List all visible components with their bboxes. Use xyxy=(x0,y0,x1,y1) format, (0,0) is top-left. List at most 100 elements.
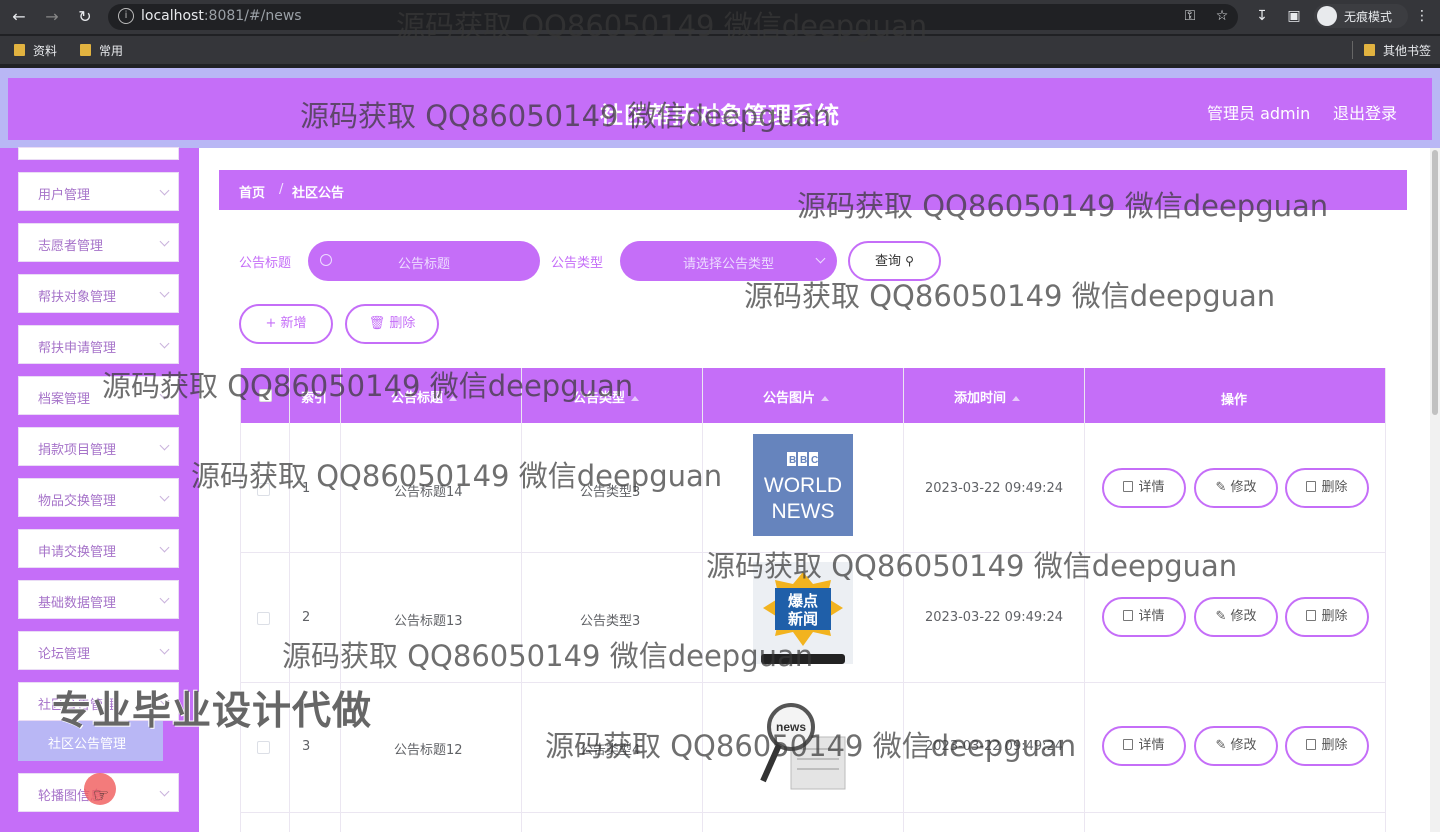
breadcrumb-current: 社区公告 xyxy=(292,186,345,201)
detail-button[interactable]: 详情 xyxy=(1102,468,1186,508)
edit-button[interactable]: ✎ 修改 xyxy=(1194,597,1278,637)
chevron-down-icon xyxy=(159,389,170,400)
logout-link[interactable]: 退出登录 xyxy=(1333,100,1397,124)
type-select[interactable]: 请选择公告类型 xyxy=(620,241,837,281)
sort-icon[interactable] xyxy=(449,396,458,401)
trash-icon xyxy=(1306,739,1317,750)
chevron-down-icon xyxy=(159,440,170,451)
chevron-down-icon xyxy=(159,236,170,247)
breadcrumb-home[interactable]: 首页 xyxy=(239,182,265,201)
folder-icon xyxy=(80,44,91,56)
browser-chrome: ← → ↻ i localhost:8081/#/news ⚿ ☆ ↧ ▣ 无痕… xyxy=(0,0,1440,68)
title-search-input[interactable]: 公告标题 xyxy=(308,241,540,281)
site-info-icon[interactable]: i xyxy=(118,8,134,24)
row-index: 2 xyxy=(302,610,311,625)
sidebar-item-exchange-requests[interactable]: 申请交换管理 xyxy=(18,529,179,568)
edit-button[interactable]: ✎ 修改 xyxy=(1194,468,1278,508)
menu-kebab-icon[interactable]: ⋮ xyxy=(1412,6,1432,26)
news-thumbnail: news xyxy=(753,693,853,795)
other-bookmarks[interactable]: 其他书签 xyxy=(1364,42,1431,59)
query-button[interactable]: 查询 ⚲ xyxy=(848,241,941,281)
news-thumbnail: B B C WORLD NEWS xyxy=(753,434,853,536)
sidebar-item-donations[interactable]: 捐款项目管理 xyxy=(18,427,179,466)
row-type: 公告类型4 xyxy=(580,743,641,758)
breadcrumb: 首页 / 社区公告 xyxy=(219,170,1407,210)
document-icon xyxy=(1123,481,1134,492)
chevron-down-icon xyxy=(159,287,170,298)
table-row[interactable]: 1 公告标题14 公告类型3 B B C WORLD NEWS 2023-03-… xyxy=(240,423,1386,553)
sidebar-item-notices[interactable]: 社区公告管理 xyxy=(18,682,179,721)
type-filter-label: 公告类型 xyxy=(551,256,604,271)
sidebar-item-exchange[interactable]: 物品交换管理 xyxy=(18,478,179,517)
sidebar-item-volunteers[interactable]: 志愿者管理 xyxy=(18,223,179,262)
col-title[interactable]: 公告标题 xyxy=(391,387,458,406)
forward-icon[interactable]: → xyxy=(41,6,63,28)
sidebar-item-base-data[interactable]: 基础数据管理 xyxy=(18,580,179,619)
folder-icon xyxy=(1364,44,1375,56)
folder-icon xyxy=(14,44,25,56)
pencil-icon: ✎ xyxy=(1215,738,1227,753)
table-row[interactable]: 2 公告标题13 公告类型3 爆点 新闻 2023-03-22 09:49:24… xyxy=(240,553,1386,683)
trash-icon xyxy=(1306,481,1317,492)
bookmarks-bar: 资料 常用 其他书签 xyxy=(0,36,1440,64)
address-bar[interactable]: i localhost:8081/#/news xyxy=(108,4,1238,30)
col-image[interactable]: 公告图片 xyxy=(763,387,830,406)
sort-icon[interactable] xyxy=(631,396,640,401)
chevron-down-icon xyxy=(159,491,170,502)
svg-text:NEWS: NEWS xyxy=(772,500,835,523)
col-actions: 操作 xyxy=(1221,393,1248,408)
edit-button[interactable]: ✎ 修改 xyxy=(1194,726,1278,766)
chevron-down-icon xyxy=(159,185,170,196)
download-icon[interactable]: ↧ xyxy=(1252,6,1272,26)
row-checkbox[interactable] xyxy=(257,741,270,754)
app-title: 社区帮扶对象管理系统 xyxy=(600,103,840,129)
row-type: 公告类型3 xyxy=(580,614,641,629)
select-all-checkbox[interactable] xyxy=(259,389,272,402)
sidebar-item-archives[interactable]: 档案管理 xyxy=(18,376,179,415)
delete-button[interactable]: 删除 xyxy=(1285,597,1369,637)
sidebar-item-top-partial[interactable] xyxy=(18,147,179,160)
detail-button[interactable]: 详情 xyxy=(1102,597,1186,637)
row-index: 3 xyxy=(302,739,311,754)
batch-delete-button[interactable]: 🗑 删除 xyxy=(345,304,439,344)
bookmark-folder-1[interactable]: 资料 xyxy=(14,42,57,59)
bookmark-folder-2[interactable]: 常用 xyxy=(80,42,123,59)
sort-icon[interactable] xyxy=(821,396,830,401)
star-icon[interactable]: ☆ xyxy=(1212,6,1232,26)
sidebar-item-applications[interactable]: 帮扶申请管理 xyxy=(18,325,179,364)
plus-icon: + xyxy=(265,316,277,331)
col-time[interactable]: 添加时间 xyxy=(954,387,1021,406)
trash-icon: 🗑 xyxy=(368,316,386,331)
add-button[interactable]: + 新增 xyxy=(239,304,333,344)
table-row[interactable]: 3 公告标题12 公告类型4 news 2023-03-22 09:49:24 … xyxy=(240,683,1386,813)
svg-text:B: B xyxy=(800,455,807,466)
title-filter-label: 公告标题 xyxy=(239,256,292,271)
back-icon[interactable]: ← xyxy=(8,6,30,28)
sidebar-item-beneficiaries[interactable]: 帮扶对象管理 xyxy=(18,274,179,313)
pencil-icon: ✎ xyxy=(1215,480,1227,495)
sidebar-item-forum[interactable]: 论坛管理 xyxy=(18,631,179,670)
scrollbar-thumb[interactable] xyxy=(1432,150,1438,415)
delete-button[interactable]: 删除 xyxy=(1285,726,1369,766)
sidebar-item-users[interactable]: 用户管理 xyxy=(18,172,179,211)
bookmark-separator xyxy=(1352,41,1353,59)
sidepanel-icon[interactable]: ▣ xyxy=(1284,6,1304,26)
incognito-icon xyxy=(1317,6,1337,26)
row-checkbox[interactable] xyxy=(257,612,270,625)
table-header: 索引 公告标题 公告类型 公告图片 添加时间 操作 xyxy=(240,368,1386,423)
row-title: 公告标题12 xyxy=(394,743,463,758)
row-checkbox[interactable] xyxy=(257,483,270,496)
delete-button[interactable]: 删除 xyxy=(1285,468,1369,508)
key-icon[interactable]: ⚿ xyxy=(1180,6,1200,26)
sidebar-subitem-notices[interactable]: 社区公告管理 xyxy=(18,721,163,761)
incognito-badge[interactable]: 无痕模式 xyxy=(1314,4,1408,28)
row-title: 公告标题13 xyxy=(394,614,463,629)
reload-icon[interactable]: ↻ xyxy=(74,6,96,28)
sort-icon[interactable] xyxy=(1012,396,1021,401)
row-time: 2023-03-22 09:49:24 xyxy=(925,481,1064,496)
col-type[interactable]: 公告类型 xyxy=(573,387,640,406)
detail-button[interactable]: 详情 xyxy=(1102,726,1186,766)
row-time: 2023-03-22 09:49:24 xyxy=(925,610,1064,625)
breadcrumb-separator: / xyxy=(279,182,284,197)
svg-text:新闻: 新闻 xyxy=(788,610,818,628)
